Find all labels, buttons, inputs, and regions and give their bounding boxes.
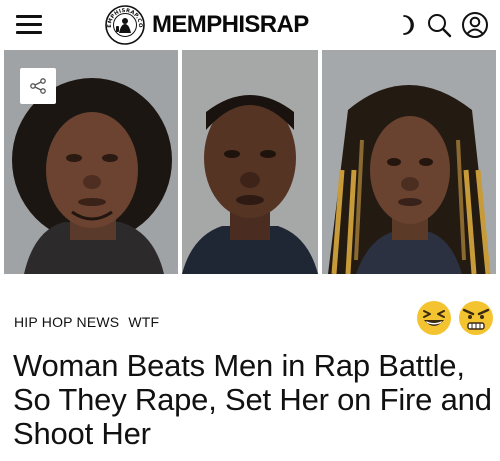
article-hero-image[interactable] <box>4 50 496 274</box>
category-list: HIP HOP NEWS WTF <box>14 314 159 330</box>
site-logo[interactable]: MEMPHISRAP.COM MEMPHISRAP <box>104 4 309 46</box>
article-headline[interactable]: Woman Beats Men in Rap Battle, So They R… <box>13 349 493 451</box>
mugshot-photo <box>322 50 496 274</box>
angry-emoji-icon[interactable] <box>456 298 496 338</box>
share-button[interactable] <box>20 68 56 104</box>
share-icon <box>30 78 46 94</box>
logo-badge-icon: MEMPHISRAP.COM <box>104 4 145 45</box>
mugshot-photo <box>182 50 318 274</box>
moon-icon[interactable] <box>392 10 422 40</box>
search-icon[interactable] <box>424 10 454 40</box>
user-icon[interactable] <box>460 10 490 40</box>
menu-icon[interactable] <box>16 12 42 36</box>
category-link[interactable]: HIP HOP NEWS <box>14 314 119 330</box>
site-header: MEMPHISRAP.COM MEMPHISRAP <box>0 0 500 50</box>
category-link[interactable]: WTF <box>128 314 159 330</box>
laughing-emoji-icon[interactable] <box>414 298 454 338</box>
site-name: MEMPHISRAP <box>152 11 309 38</box>
